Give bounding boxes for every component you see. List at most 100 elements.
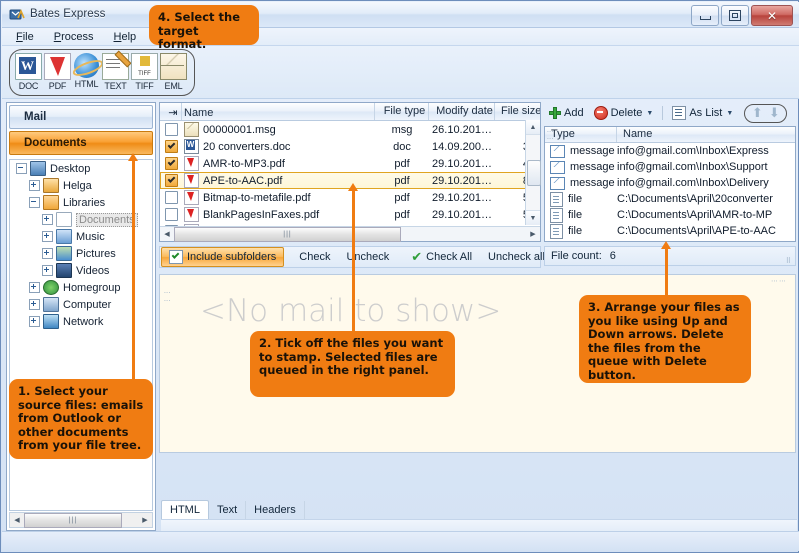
scroll-right-arrow-grid[interactable]: ▶: [526, 228, 540, 241]
format-button-doc[interactable]: DOC: [14, 52, 43, 94]
column-header-file-size[interactable]: File size: [495, 103, 540, 120]
chevron-down-icon[interactable]: ▼: [726, 110, 733, 117]
close-button[interactable]: ✕: [751, 5, 793, 26]
tree-item-videos[interactable]: Videos: [10, 262, 152, 279]
tab-text[interactable]: Text: [209, 501, 247, 519]
column-header-queue-name[interactable]: Name: [617, 127, 795, 142]
scroll-thumb[interactable]: |||: [24, 512, 122, 528]
tree-item-documents[interactable]: Documents: [10, 211, 152, 228]
expand-icon[interactable]: [42, 248, 53, 259]
uncheck-button[interactable]: Uncheck: [339, 249, 396, 265]
scroll-left-arrow-grid[interactable]: ◀: [160, 228, 174, 241]
scroll-up-arrow[interactable]: ▲: [526, 120, 540, 135]
scroll-down-arrow[interactable]: ▼: [526, 210, 540, 225]
queue-type-cell: message: [545, 160, 617, 174]
move-down-button[interactable]: ⬇: [767, 105, 781, 121]
table-row[interactable]: AMR-to-MP3.pdfpdf29.10.201…4: [160, 155, 540, 172]
menu-item-file[interactable]: File: [10, 30, 40, 44]
row-checkbox[interactable]: [164, 191, 178, 204]
expand-icon[interactable]: [29, 180, 40, 191]
file-type: msg: [391, 123, 413, 136]
tree-item-computer[interactable]: Computer: [10, 296, 152, 313]
row-checkbox[interactable]: [164, 140, 178, 153]
tree-item-libraries[interactable]: Libraries: [10, 194, 152, 211]
table-row[interactable]: BlankPagesInFaxes.pdfpdf29.10.201…5: [160, 206, 540, 223]
format-button-eml[interactable]: EML: [159, 52, 188, 94]
expand-icon[interactable]: [29, 299, 40, 310]
row-checkbox[interactable]: [164, 157, 178, 170]
tree-item-music[interactable]: Music: [10, 228, 152, 245]
panel-grip[interactable]: ⋮⋮: [545, 128, 553, 142]
row-checkbox-cell[interactable]: [160, 208, 182, 221]
msg-icon: [184, 122, 199, 137]
table-row[interactable]: 20 converters.docdoc14.09.200…3: [160, 138, 540, 155]
tab-html[interactable]: HTML: [161, 500, 209, 519]
uncheck-all-button[interactable]: Uncheck all: [481, 249, 552, 265]
tree-item-helga[interactable]: Helga: [10, 177, 152, 194]
column-header-name[interactable]: Name: [182, 103, 375, 120]
collapse-icon[interactable]: [29, 197, 40, 208]
row-checkbox-cell[interactable]: [160, 174, 182, 187]
as-list-button[interactable]: As List ▼: [667, 104, 738, 122]
file-grid-vertical-scrollbar[interactable]: ▲ ▼: [525, 120, 541, 225]
table-row[interactable]: Bitmap-to-metafile.pdfpdf29.10.201…5: [160, 189, 540, 206]
format-button-text[interactable]: TEXT: [101, 52, 130, 94]
check-all-button[interactable]: ✔ Check All: [404, 247, 479, 267]
scroll-left-arrow[interactable]: ◀: [10, 514, 24, 527]
tree-horizontal-scrollbar[interactable]: ◀ ||| ▶: [9, 512, 153, 528]
row-checkbox-cell[interactable]: [160, 191, 182, 204]
table-row[interactable]: 00000001.msg msg 26.10.201…: [160, 121, 540, 138]
format-button-html[interactable]: HTML: [72, 52, 101, 94]
source-tab-documents[interactable]: Documents: [9, 131, 153, 155]
row-checkbox-cell[interactable]: [160, 123, 182, 136]
maximize-button[interactable]: [721, 5, 749, 26]
move-up-button[interactable]: ⬆: [750, 105, 764, 121]
column-header-file-type[interactable]: File type: [375, 103, 429, 120]
row-checkbox[interactable]: [164, 174, 178, 187]
column-header-modify-date[interactable]: Modify date: [429, 103, 495, 120]
column-header-type[interactable]: Type: [545, 127, 617, 142]
preview-grip-icon[interactable]: ⋯⋯: [771, 277, 787, 285]
tree-item-desktop[interactable]: Desktop: [10, 160, 152, 177]
list-item[interactable]: file C:\Documents\April\20converter: [545, 191, 795, 207]
scroll-thumb-vertical[interactable]: [527, 160, 541, 186]
scroll-thumb-grid[interactable]: |||: [174, 226, 401, 242]
expand-icon[interactable]: [29, 282, 40, 293]
row-checkbox-cell[interactable]: [160, 157, 182, 170]
row-checkbox-cell[interactable]: [160, 140, 182, 153]
include-subfolders-toggle[interactable]: Include subfolders: [161, 247, 285, 267]
list-item[interactable]: message info@gmail.com\Inbox\Express: [545, 143, 795, 159]
tree-item-network[interactable]: Network: [10, 313, 152, 330]
check-button[interactable]: Check: [292, 249, 337, 265]
expand-icon[interactable]: [42, 231, 53, 242]
collapse-icon[interactable]: [16, 163, 27, 174]
format-button-pdf[interactable]: PDF: [43, 52, 72, 94]
resize-grip-icon[interactable]: ⠿: [786, 258, 792, 265]
menu-item-help[interactable]: Help: [108, 30, 143, 44]
expand-icon[interactable]: [29, 316, 40, 327]
scroll-right-arrow[interactable]: ▶: [138, 514, 152, 527]
format-button-tiff[interactable]: TIFF: [130, 52, 159, 94]
row-checkbox[interactable]: [164, 123, 178, 136]
file-name-cell: AMR-to-MP3.pdf: [182, 156, 375, 171]
file-grid-horizontal-scrollbar[interactable]: ◀ ||| ▶: [160, 226, 540, 242]
expand-icon[interactable]: [42, 214, 53, 225]
preview-grip-left-icon[interactable]: ⋮⋮: [162, 289, 170, 305]
list-item[interactable]: file C:\Documents\April\AMR-to-MP: [545, 207, 795, 223]
list-item[interactable]: message info@gmail.com\Inbox\Delivery: [545, 175, 795, 191]
file-command-bar: Include subfolders Check Uncheck ✔ Check…: [159, 246, 559, 268]
list-item[interactable]: message info@gmail.com\Inbox\Support: [545, 159, 795, 175]
column-header-checkbox[interactable]: ⇥: [160, 103, 182, 120]
row-checkbox[interactable]: [164, 208, 178, 221]
add-button[interactable]: Add: [544, 105, 589, 121]
tab-headers[interactable]: Headers: [246, 501, 305, 519]
source-tab-mail[interactable]: Mail: [9, 105, 153, 129]
tree-item-pictures[interactable]: Pictures: [10, 245, 152, 262]
delete-button[interactable]: Delete ▼: [589, 104, 659, 122]
expand-icon[interactable]: [42, 265, 53, 276]
minimize-button[interactable]: [691, 5, 719, 26]
list-item[interactable]: file C:\Documents\April\APE-to-AAC: [545, 223, 795, 239]
chevron-down-icon[interactable]: ▼: [646, 110, 653, 117]
tree-item-homegroup[interactable]: Homegroup: [10, 279, 152, 296]
menu-item-process[interactable]: Process: [48, 30, 100, 44]
